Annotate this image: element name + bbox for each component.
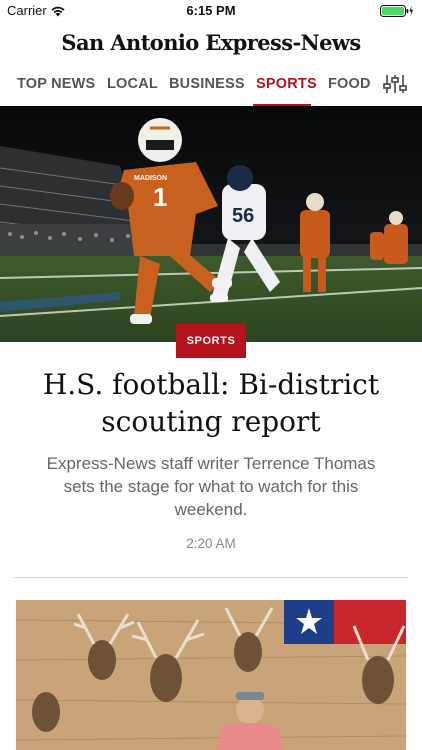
- sliders-icon[interactable]: [382, 72, 408, 96]
- opponent-jersey-number: 56: [232, 205, 254, 227]
- masthead-logo: San Antonio Express-News: [61, 30, 361, 55]
- tab-local[interactable]: LOCAL: [107, 76, 158, 92]
- article-headline[interactable]: H.S. football: Bi-district scouting repo…: [20, 366, 402, 440]
- article-timestamp: 2:20 AM: [186, 536, 236, 551]
- runner-jersey-text: MADISON: [134, 175, 167, 182]
- divider: [14, 577, 408, 578]
- battery-icon: [380, 4, 414, 18]
- status-bar: Carrier 6:15 PM: [0, 0, 422, 22]
- runner-jersey-number: 1: [153, 182, 167, 212]
- tab-food[interactable]: FOOD: [328, 76, 371, 92]
- article-summary: Express-News staff writer Terrence Thoma…: [46, 454, 376, 519]
- tab-business[interactable]: BUSINESS: [169, 76, 245, 92]
- section-nav: TOP NEWS LOCAL BUSINESS SPORTS FOOD: [0, 66, 422, 106]
- hero-photo[interactable]: 56 MADISON 1: [0, 106, 422, 342]
- section-badge[interactable]: SPORTS: [176, 324, 246, 358]
- clock: 6:15 PM: [186, 3, 236, 18]
- tab-top-news[interactable]: TOP NEWS: [17, 76, 95, 92]
- article-photo[interactable]: [16, 600, 406, 750]
- tab-sports[interactable]: SPORTS: [256, 76, 317, 92]
